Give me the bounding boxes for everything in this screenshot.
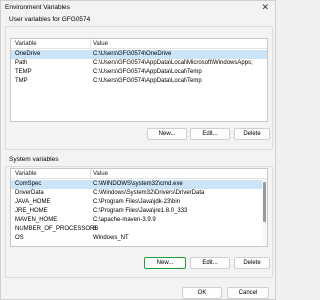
table-row[interactable]: ComSpec C:\WINDOWS\system32\cmd.exe — [11, 180, 267, 189]
row-variable: MAVEN_HOME — [15, 217, 58, 223]
row-value: C:\Users\GFG0574\AppData\Local\Microsoft… — [93, 60, 253, 66]
row-variable: TMP — [15, 78, 28, 84]
user-variables-group: User variables for GFG0574 Variable Valu… — [5, 16, 273, 150]
cancel-button[interactable]: Cancel — [227, 287, 269, 299]
row-variable: ComSpec — [15, 181, 42, 187]
row-variable: OS — [15, 235, 24, 241]
table-row[interactable]: DriverData C:\Windows\System32\Drivers\D… — [11, 189, 267, 198]
row-variable: OneDrive — [15, 51, 41, 57]
row-variable: JRE_HOME — [15, 208, 48, 214]
row-value: C:\Windows\System32\Drivers\DriverData — [93, 190, 205, 196]
table-row[interactable]: JRE_HOME C:\Program Files\Java\jre1.8.0_… — [11, 207, 267, 216]
row-value: Windows_NT — [93, 235, 129, 241]
row-variable: TEMP — [15, 69, 32, 75]
environment-variables-dialog: Environment Variables ✕ User variables f… — [0, 0, 276, 300]
column-divider[interactable] — [90, 169, 91, 179]
system-edit-button[interactable]: Edit... — [190, 257, 230, 269]
row-value: C:\apache-maven-3.9.9 — [93, 217, 156, 223]
row-variable: JAVA_HOME — [15, 199, 51, 205]
user-delete-button[interactable]: Delete — [234, 128, 270, 140]
table-row[interactable]: TEMP C:\Users\GFG0574\AppData\Local\Temp — [11, 68, 267, 77]
row-value: C:\Program Files\Java\jre1.8.0_333 — [93, 208, 188, 214]
column-header-value[interactable]: Value — [93, 171, 108, 177]
table-row[interactable]: Path C:\Users\GFG0574\AppData\Local\Micr… — [11, 59, 267, 68]
row-value: 8 — [93, 226, 97, 232]
column-header-variable[interactable]: Variable — [15, 171, 37, 177]
user-variables-list[interactable]: Variable Value OneDrive C:\Users\GFG0574… — [10, 38, 268, 122]
ok-button[interactable]: OK — [182, 287, 222, 299]
list-header: Variable Value — [11, 169, 267, 179]
column-divider[interactable] — [90, 39, 91, 49]
table-row[interactable]: JAVA_HOME C:\Program Files\Java\jdk-23\b… — [11, 198, 267, 207]
row-value: C:\Users\GFG0574\AppData\Local\Temp — [93, 69, 202, 75]
system-variables-label: System variables — [9, 156, 59, 163]
title-bar: Environment Variables ✕ — [1, 1, 275, 14]
scrollbar-thumb[interactable] — [263, 182, 266, 222]
row-variable: DriverData — [15, 190, 44, 196]
row-value: C:\Program Files\Java\jdk-23\bin — [93, 199, 181, 205]
table-row[interactable]: OS Windows_NT — [11, 234, 267, 243]
system-variables-list[interactable]: Variable Value ComSpec C:\WINDOWS\system… — [10, 168, 268, 247]
user-new-button[interactable]: New... — [147, 128, 187, 140]
row-value: C:\Users\GFG0574\AppData\Local\Temp — [93, 78, 202, 84]
user-edit-button[interactable]: Edit... — [190, 128, 230, 140]
row-variable: NUMBER_OF_PROCESSORS — [15, 226, 99, 232]
row-value: C:\WINDOWS\system32\cmd.exe — [93, 181, 183, 187]
row-variable: Path — [15, 60, 28, 66]
column-header-value[interactable]: Value — [93, 41, 108, 47]
window-title: Environment Variables — [5, 4, 70, 11]
table-row[interactable]: NUMBER_OF_PROCESSORS 8 — [11, 225, 267, 234]
close-icon[interactable]: ✕ — [261, 2, 269, 12]
column-header-variable[interactable]: Variable — [15, 41, 37, 47]
system-delete-button[interactable]: Delete — [234, 257, 270, 269]
table-row[interactable]: MAVEN_HOME C:\apache-maven-3.9.9 — [11, 216, 267, 225]
system-new-button[interactable]: New... — [144, 257, 186, 269]
table-row[interactable]: TMP C:\Users\GFG0574\AppData\Local\Temp — [11, 77, 267, 86]
vertical-scrollbar[interactable] — [262, 179, 267, 246]
table-row[interactable]: OneDrive C:\Users\GFG0574\OneDrive — [11, 50, 267, 59]
row-value: C:\Users\GFG0574\OneDrive — [93, 51, 172, 57]
system-variables-group: System variables Variable Value ComSpec … — [5, 156, 273, 278]
list-header: Variable Value — [11, 39, 267, 49]
user-variables-label: User variables for GFG0574 — [9, 16, 91, 23]
